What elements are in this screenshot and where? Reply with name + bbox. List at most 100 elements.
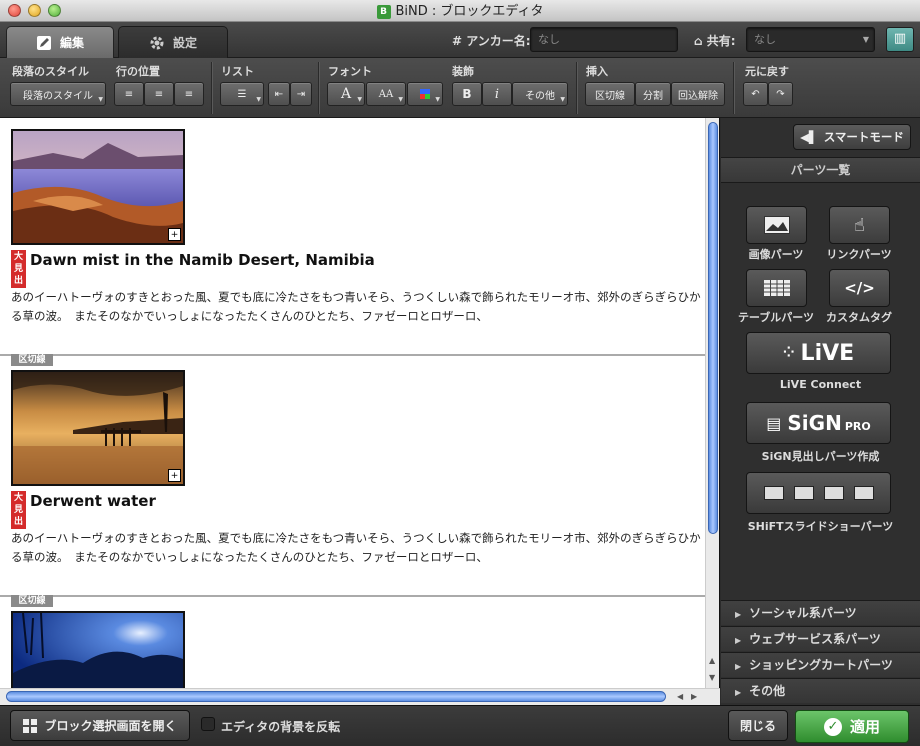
- para-style-dropdown[interactable]: 段落のスタイル ▼: [10, 82, 106, 106]
- apply-button[interactable]: ✓ 適用: [795, 710, 909, 743]
- scroll-up-arrow-icon[interactable]: ▲: [709, 656, 715, 665]
- font-family-dropdown[interactable]: A ▼: [327, 82, 365, 106]
- font-family-icon: A: [340, 86, 352, 102]
- block-body-text[interactable]: あのイーハトーヴォのすきとおった風、夏でも底に冷たさをもつ青いそら、うつくしい森…: [11, 288, 701, 326]
- horizontal-scroll-thumb[interactable]: [6, 691, 666, 702]
- derwent-water-photo[interactable]: +: [11, 370, 185, 486]
- custom-tag-button[interactable]: </>: [829, 269, 890, 307]
- category-shopping-cart[interactable]: ▶ ショッピングカートパーツ: [721, 652, 920, 677]
- window-title: BiND : ブロックエディタ: [395, 4, 544, 19]
- insert-unwrap-button[interactable]: 回込解除: [671, 82, 725, 106]
- image-parts-button[interactable]: [746, 206, 807, 244]
- indent-button[interactable]: ⇥: [290, 82, 312, 106]
- insert-split-button[interactable]: 分割: [635, 82, 671, 106]
- dropdown-arrow-icon: ▼: [560, 96, 565, 103]
- book-icon: ▥: [893, 31, 907, 46]
- tab-edit[interactable]: 編集: [6, 26, 114, 58]
- tab-settings[interactable]: 設定: [118, 26, 228, 58]
- insert-group-label: 挿入: [586, 65, 608, 78]
- bottom-bar: ブロック選択画面を開く エディタの背景を反転 閉じる ✓ 適用: [0, 705, 920, 746]
- scroll-right-arrow-icon[interactable]: ▶: [691, 692, 697, 701]
- shift-slideshow-button[interactable]: [746, 472, 891, 514]
- link-parts-button[interactable]: ☝: [829, 206, 890, 244]
- editor-vertical-scrollbar[interactable]: ▲ ▼: [705, 118, 719, 688]
- category-social[interactable]: ▶ ソーシャル系パーツ: [721, 600, 920, 625]
- toolbar-divider: [576, 62, 577, 114]
- lake-image: [13, 613, 183, 688]
- toolbar-divider: [733, 62, 734, 114]
- gear-icon: [150, 36, 164, 49]
- anchor-name-field[interactable]: なし: [530, 27, 678, 52]
- slide-image-icon: [763, 486, 784, 500]
- redo-button[interactable]: ↷: [768, 82, 793, 106]
- back-arrow-icon: ◀▌: [800, 130, 818, 144]
- align-left-button[interactable]: ≡: [114, 82, 144, 106]
- format-toolbar: 段落のスタイル 段落のスタイル ▼ 行の位置 ≡ ≡ ≡ リスト ☰ ▼ ⇤ ⇥ フ…: [0, 58, 920, 118]
- list-icon: ☰: [237, 88, 247, 100]
- image-edit-icon[interactable]: +: [168, 228, 181, 241]
- decoration-other-dropdown[interactable]: その他 ▼: [512, 82, 568, 106]
- decoration-other-label: その他: [525, 90, 555, 102]
- italic-button[interactable]: i: [482, 82, 512, 106]
- close-button[interactable]: 閉じる: [728, 710, 788, 741]
- list-group-label: リスト: [221, 65, 254, 78]
- slide-image-icon: [823, 486, 844, 500]
- category-web-service[interactable]: ▶ ウェブサービス系パーツ: [721, 626, 920, 651]
- toolbar-divider: [211, 62, 212, 114]
- pencil-icon: [36, 35, 51, 50]
- editor-canvas[interactable]: + 大見出 Dawn mist in the Namib Desert, Nam…: [0, 118, 720, 705]
- live-connect-button[interactable]: ⁘ LiVE: [746, 332, 891, 374]
- heading-badge: 大見出: [11, 250, 26, 288]
- image-parts-label: 画像パーツ: [748, 248, 804, 261]
- block-heading[interactable]: Dawn mist in the Namib Desert, Namibia: [30, 251, 375, 269]
- share-select[interactable]: なし ▼: [746, 27, 875, 52]
- vertical-scroll-thumb[interactable]: [708, 122, 718, 534]
- lake-photo[interactable]: [11, 611, 185, 690]
- block-body-text[interactable]: あのイーハトーヴォのすきとおった風、夏でも底に冷たさをもつ青いそら、うつくしい森…: [11, 529, 701, 567]
- open-block-selection-button[interactable]: ブロック選択画面を開く: [10, 710, 190, 741]
- bold-button[interactable]: B: [452, 82, 482, 106]
- align-center-button[interactable]: ≡: [144, 82, 174, 106]
- decoration-group-label: 装飾: [452, 65, 474, 78]
- sign-button[interactable]: ▤ SiGN PRO: [746, 402, 891, 444]
- derwent-water-image: [13, 372, 183, 484]
- invert-background-label: エディタの背景を反転: [221, 720, 341, 734]
- font-size-dropdown[interactable]: AA ▼: [366, 82, 406, 106]
- manual-book-button[interactable]: ▥: [886, 27, 914, 52]
- smart-mode-button[interactable]: ◀▌ スマートモード: [793, 124, 911, 150]
- outdent-button[interactable]: ⇤: [268, 82, 290, 106]
- font-group-label: フォント: [328, 65, 372, 78]
- divider-tag[interactable]: 区切線: [11, 354, 53, 366]
- divider-line: [0, 354, 705, 356]
- zoom-window-button[interactable]: [48, 4, 61, 17]
- disclosure-triangle-icon: ▶: [735, 688, 742, 697]
- insert-divider-button[interactable]: 区切線: [585, 82, 635, 106]
- share-icon: ⌂: [694, 34, 707, 48]
- editor-horizontal-scrollbar[interactable]: ◀ ▶: [0, 688, 720, 705]
- share-label-text: 共有:: [706, 34, 736, 48]
- table-parts-button[interactable]: [746, 269, 807, 307]
- invert-background-checkbox[interactable]: [201, 717, 215, 731]
- minimize-window-button[interactable]: [28, 4, 41, 17]
- align-center-icon: ≡: [154, 88, 164, 100]
- close-window-button[interactable]: [8, 4, 21, 17]
- table-parts-label: テーブルパーツ: [737, 311, 815, 324]
- category-label: ショッピングカートパーツ: [749, 658, 893, 672]
- divider-tag[interactable]: 区切線: [11, 595, 53, 607]
- category-other[interactable]: ▶ その他: [721, 678, 920, 703]
- namib-desert-photo[interactable]: +: [11, 129, 185, 245]
- sign-label: SiGN見出しパーツ作成: [761, 450, 880, 463]
- block-heading[interactable]: Derwent water: [30, 492, 156, 510]
- list-dropdown[interactable]: ☰ ▼: [220, 82, 264, 106]
- scroll-down-arrow-icon[interactable]: ▼: [709, 673, 715, 682]
- scroll-left-arrow-icon[interactable]: ◀: [677, 692, 683, 701]
- align-right-button[interactable]: ≡: [174, 82, 204, 106]
- image-edit-icon[interactable]: +: [168, 469, 181, 482]
- parts-list-header: パーツ一覧: [721, 157, 920, 183]
- tab-bar: 編集 設定 # アンカー名: なし ⌂ 共有: なし ▼ ▥: [0, 22, 920, 58]
- font-color-dropdown[interactable]: ▼: [407, 82, 443, 106]
- undo-button[interactable]: ↶: [743, 82, 768, 106]
- grid-icon: [23, 718, 38, 733]
- disclosure-triangle-icon: ▶: [735, 662, 742, 671]
- shift-slideshow-label: SHiFTスライドショーパーツ: [747, 520, 894, 533]
